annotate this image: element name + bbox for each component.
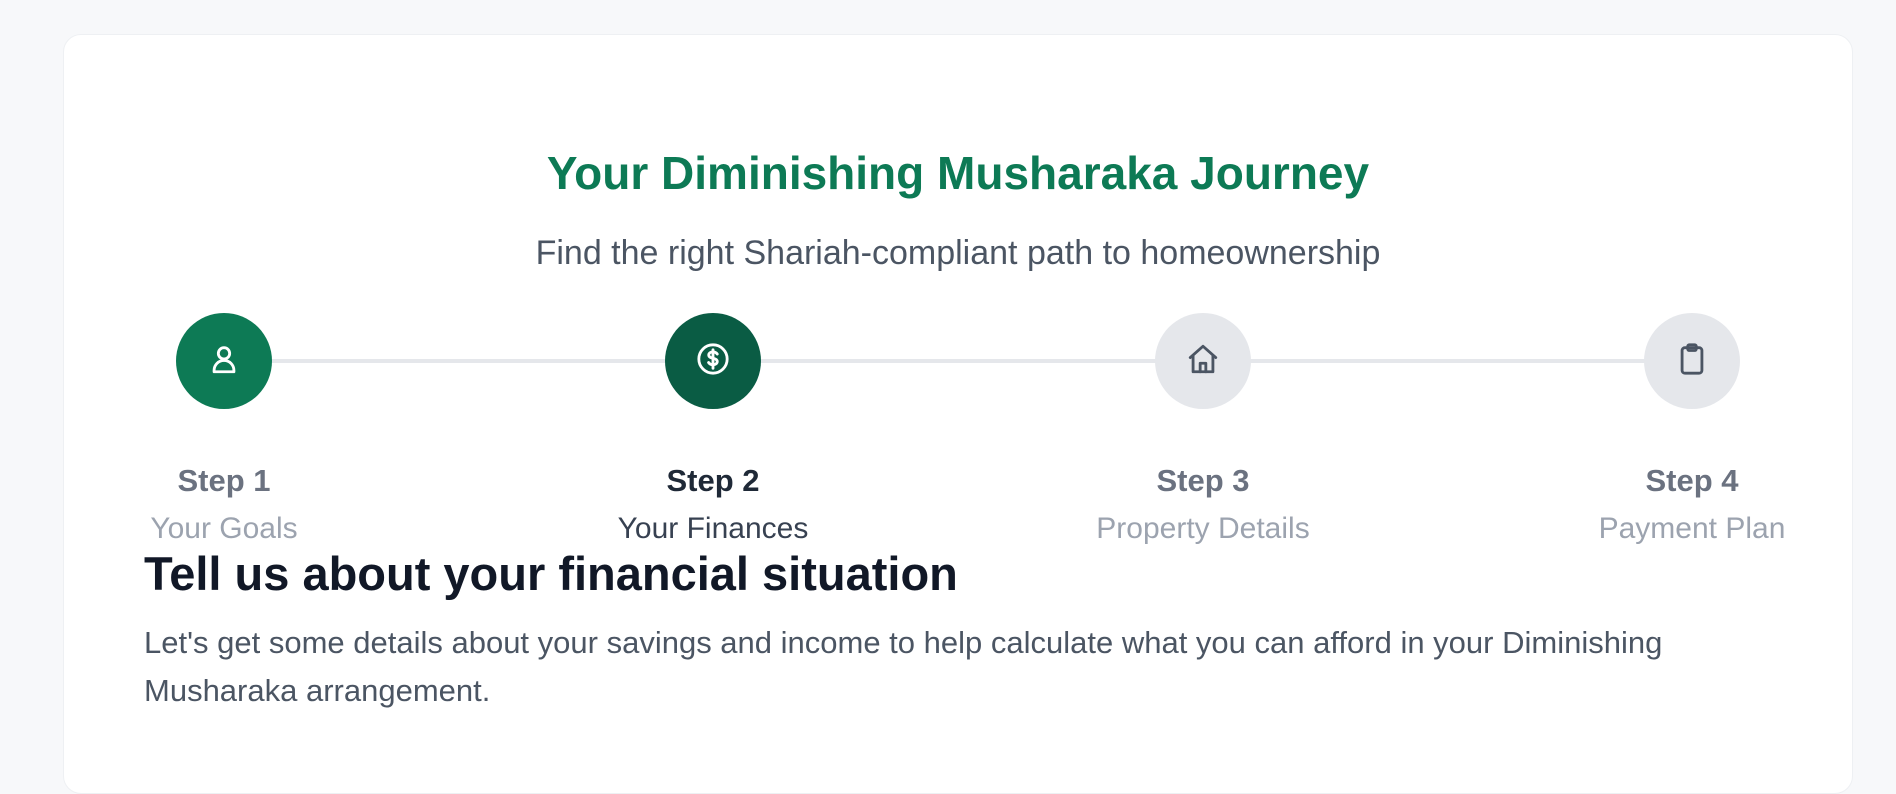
page-title: Your Diminishing Musharaka Journey [546,147,1370,199]
step-2-name: Your Finances [617,512,809,545]
step-2-number: Step 2 [666,463,760,498]
step-1-button[interactable] [176,313,272,409]
user-icon [207,342,241,381]
step-1-name: Your Goals [150,512,298,545]
step-2-button[interactable] [665,313,761,409]
step-3-button[interactable] [1155,313,1251,409]
step-1-number: Step 1 [177,463,271,498]
step-3-number: Step 3 [1156,463,1250,498]
step-4-name: Payment Plan [1598,512,1786,545]
step-3-name: Property Details [1096,512,1310,545]
clipboard-icon [1675,342,1709,381]
page-subtitle: Find the right Shariah-compliant path to… [535,234,1381,272]
section-description: Let's get some details about your saving… [144,625,1663,708]
progress-track [224,359,1692,363]
home-icon [1186,342,1220,381]
section-heading: Tell us about your financial situation [144,547,958,600]
step-4-button[interactable] [1644,313,1740,409]
step-4-number: Step 4 [1645,463,1739,498]
dollar-circle-icon [696,342,730,381]
